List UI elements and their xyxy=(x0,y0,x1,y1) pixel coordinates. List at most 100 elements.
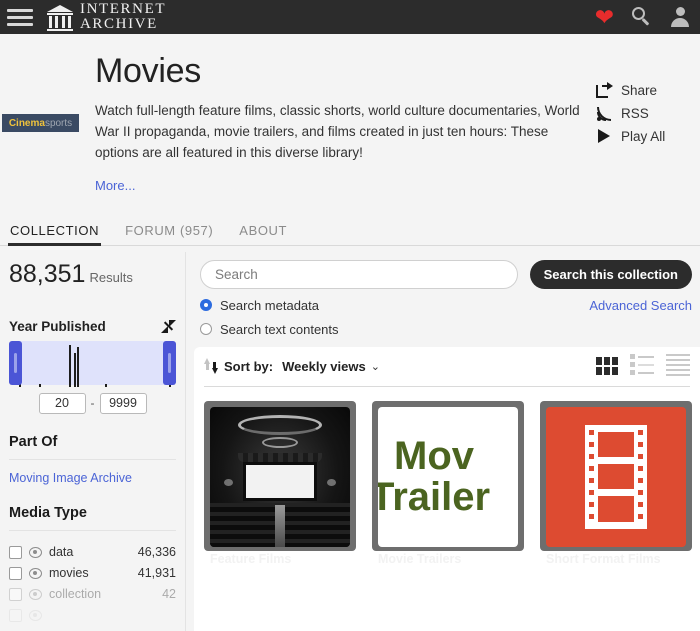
year-histogram xyxy=(17,343,171,387)
search-row: Search this collection xyxy=(200,259,692,289)
checkbox-icon[interactable] xyxy=(9,587,22,601)
user-avatar-icon[interactable] xyxy=(670,7,690,27)
logo-text-line2: ARCHIVE xyxy=(80,16,158,32)
collection-header: Cinema sports Movies Watch full-length fe… xyxy=(0,34,700,195)
results-count: 88,351 Results xyxy=(9,260,176,289)
collection-actions: Share RSS Play All xyxy=(596,82,692,151)
year-published-title: Year Published xyxy=(9,318,106,334)
media-type-name: movies xyxy=(49,566,89,581)
share-button[interactable]: Share xyxy=(596,82,692,98)
tab-about[interactable]: ABOUT xyxy=(237,217,289,245)
view-mode-switcher xyxy=(596,353,690,379)
expand-icon[interactable] xyxy=(161,319,176,334)
view-mode-grid-icon[interactable] xyxy=(596,357,618,376)
media-type-row-partial[interactable] xyxy=(9,605,176,626)
facets-sidebar: 88,351 Results Year Published 20 - 9999 … xyxy=(0,246,186,631)
view-mode-list-compact-icon[interactable] xyxy=(666,353,690,379)
search-input[interactable] xyxy=(200,259,518,289)
internet-archive-logo[interactable]: INTERNET ARCHIVE xyxy=(47,2,166,32)
logo-text-line1: INTERNET xyxy=(80,1,167,17)
card-title: Feature Films xyxy=(210,551,292,566)
thumbnail-text-line2: Trailer xyxy=(378,474,491,519)
eye-icon[interactable] xyxy=(29,609,42,621)
radio-icon[interactable] xyxy=(200,323,212,336)
media-type-title: Media Type xyxy=(9,504,87,521)
media-type-count: 42 xyxy=(162,587,176,602)
result-card-short-format-films[interactable]: Short Format Films 3,208 items 1.6 terab… xyxy=(540,400,692,600)
collection-description: Watch full-length feature films, classic… xyxy=(95,103,580,160)
sort-value[interactable]: Weekly views xyxy=(282,359,366,374)
card-size: 6.3 terabytes xyxy=(403,585,476,600)
year-min-input[interactable] xyxy=(38,392,86,414)
card-title: Short Format Films xyxy=(546,551,661,566)
results-label: Results xyxy=(89,269,133,285)
heart-icon[interactable]: ❤ xyxy=(595,5,614,29)
sort-arrows-icon[interactable] xyxy=(204,358,218,375)
media-type-name: collection xyxy=(49,587,102,602)
part-of-title: Part Of xyxy=(9,433,58,450)
media-type-name: data xyxy=(49,545,74,560)
year-range-slider[interactable] xyxy=(9,340,176,387)
play-all-button[interactable]: Play All xyxy=(596,128,692,144)
card-size: 1.6 terabytes xyxy=(571,585,644,600)
slider-handle-min[interactable] xyxy=(9,340,22,385)
top-navigation-bar: INTERNET ARCHIVE ❤ xyxy=(0,0,700,34)
checkbox-icon[interactable] xyxy=(9,608,22,622)
collection-icon xyxy=(546,571,564,587)
card-items-count: 15,913 items xyxy=(235,568,307,583)
collection-tabs: COLLECTION FORUM (957) ABOUT xyxy=(0,217,700,246)
collection-thumbnail-logo[interactable]: Cinema sports xyxy=(2,114,79,132)
media-type-row-movies[interactable]: movies 41,931 xyxy=(9,563,176,584)
card-size: 55.9 terabytes xyxy=(235,585,315,600)
nav-right-icons: ❤ xyxy=(595,5,690,29)
more-link[interactable]: More... xyxy=(95,178,135,193)
share-icon xyxy=(596,82,613,98)
media-type-count: 46,336 xyxy=(137,545,176,560)
tab-collection[interactable]: COLLECTION xyxy=(8,217,102,246)
media-type-list: data 46,336 movies 41,931 collection 42 xyxy=(9,542,176,626)
collection-icon xyxy=(210,571,228,587)
page-title: Movies xyxy=(95,52,201,90)
media-type-count: 41,931 xyxy=(137,566,176,581)
checkbox-icon[interactable] xyxy=(9,566,22,580)
eye-icon[interactable] xyxy=(29,567,42,579)
search-option-text-contents[interactable]: Search text contents xyxy=(200,322,692,337)
page-body: 88,351 Results Year Published 20 - 9999 … xyxy=(0,246,700,631)
thumbnail-text-line1: Mov xyxy=(394,433,474,478)
facet-link-moving-image-archive[interactable]: Moving Image Archive xyxy=(9,471,176,485)
advanced-search-link[interactable]: Advanced Search xyxy=(589,298,692,313)
rss-button[interactable]: RSS xyxy=(596,105,692,121)
search-collection-button[interactable]: Search this collection xyxy=(529,259,692,289)
radio-icon-selected[interactable] xyxy=(200,299,212,312)
results-column: Search this collection Search metadata S… xyxy=(186,246,700,631)
year-range-inputs: - xyxy=(9,392,176,414)
card-thumbnail-theater xyxy=(210,406,350,547)
result-card-feature-films[interactable]: Feature Films 15,913 items 55.9 terabyte… xyxy=(204,400,356,600)
card-items-count: 55,478 items xyxy=(403,568,475,583)
checkbox-icon[interactable] xyxy=(9,545,22,559)
media-type-row-data[interactable]: data 46,336 xyxy=(9,542,176,563)
tab-forum[interactable]: FORUM (957) xyxy=(123,217,215,245)
play-icon xyxy=(596,128,613,144)
year-max-input[interactable] xyxy=(99,392,147,414)
slider-handle-max[interactable] xyxy=(163,340,176,385)
hamburger-menu-icon[interactable] xyxy=(7,5,33,30)
card-thumbnail-trailer: Mov Trailer xyxy=(378,406,518,547)
chevron-down-icon[interactable]: ⌄ xyxy=(371,360,380,373)
range-dash: - xyxy=(90,396,95,411)
result-card-movie-trailers[interactable]: Mov Trailer Movie Trailers 55,478 items … xyxy=(372,400,524,600)
search-icon[interactable] xyxy=(632,7,652,27)
eye-icon[interactable] xyxy=(29,588,42,600)
media-type-divider xyxy=(9,529,176,531)
search-panel: Search this collection Search metadata S… xyxy=(186,246,700,347)
rss-label: RSS xyxy=(621,105,649,121)
rss-icon xyxy=(596,105,613,121)
bank-building-icon xyxy=(47,4,73,31)
logo-word-sports: sports xyxy=(44,117,73,129)
results-grid: Feature Films 15,913 items 55.9 terabyte… xyxy=(204,387,692,600)
eye-icon[interactable] xyxy=(29,546,42,558)
media-type-row-collection[interactable]: collection 42 xyxy=(9,584,176,605)
part-of-divider xyxy=(9,458,176,460)
film-strip-icon xyxy=(585,424,647,529)
view-mode-list-detail-icon[interactable] xyxy=(630,354,654,378)
